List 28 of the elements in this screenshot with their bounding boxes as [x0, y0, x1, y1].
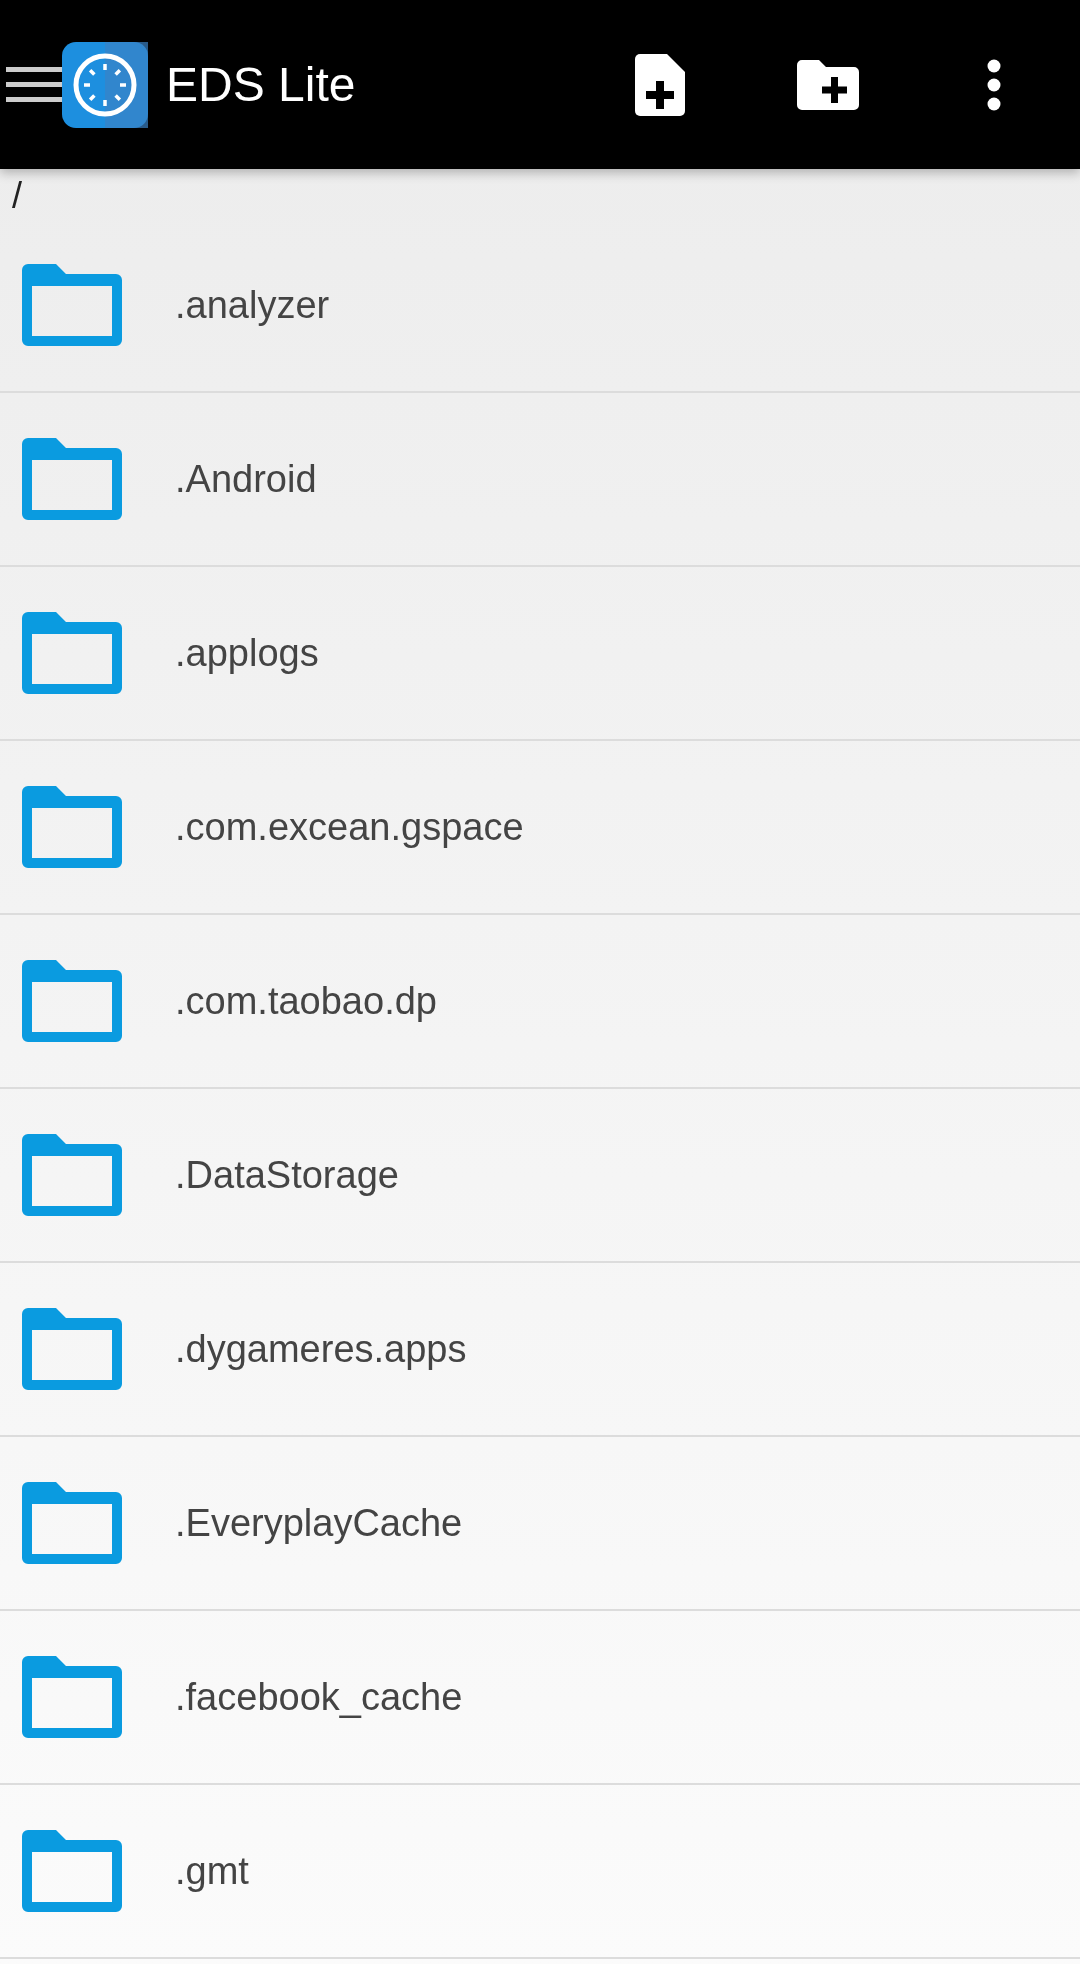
folder-icon — [22, 1482, 122, 1564]
folder-icon — [22, 786, 122, 868]
new-file-icon — [635, 53, 685, 116]
folder-name[interactable]: .com.taobao.dp — [175, 979, 437, 1023]
more-options-icon — [987, 58, 1001, 111]
folder-name[interactable]: .gmt — [175, 1849, 249, 1893]
folder-name[interactable]: .applogs — [175, 631, 319, 675]
menu-icon — [6, 64, 64, 105]
folder-name[interactable]: .DataStorage — [175, 1153, 399, 1197]
app-logo-icon — [62, 41, 148, 128]
folder-icon — [22, 438, 122, 520]
folder-icon — [22, 1656, 122, 1738]
folder-icon — [22, 612, 122, 694]
folder-name[interactable]: .dygameres.apps — [175, 1327, 467, 1371]
folder-name[interactable]: .facebook_cache — [175, 1675, 463, 1719]
current-path: / — [11, 174, 23, 218]
folder-name[interactable]: .EveryplayCache — [175, 1501, 463, 1545]
folder-name[interactable]: .analyzer — [175, 283, 330, 327]
folder-name[interactable]: .com.excean.gspace — [175, 805, 524, 849]
app-title: EDS Lite — [166, 57, 357, 112]
folder-icon — [22, 1830, 122, 1912]
folder-icon — [22, 960, 122, 1042]
menu-button[interactable] — [6, 41, 148, 128]
new-folder-icon — [797, 59, 859, 110]
folder-icon — [22, 1134, 122, 1216]
folder-icon — [22, 264, 122, 346]
folder-name[interactable]: .Android — [175, 457, 317, 501]
folder-icon — [22, 1308, 122, 1390]
